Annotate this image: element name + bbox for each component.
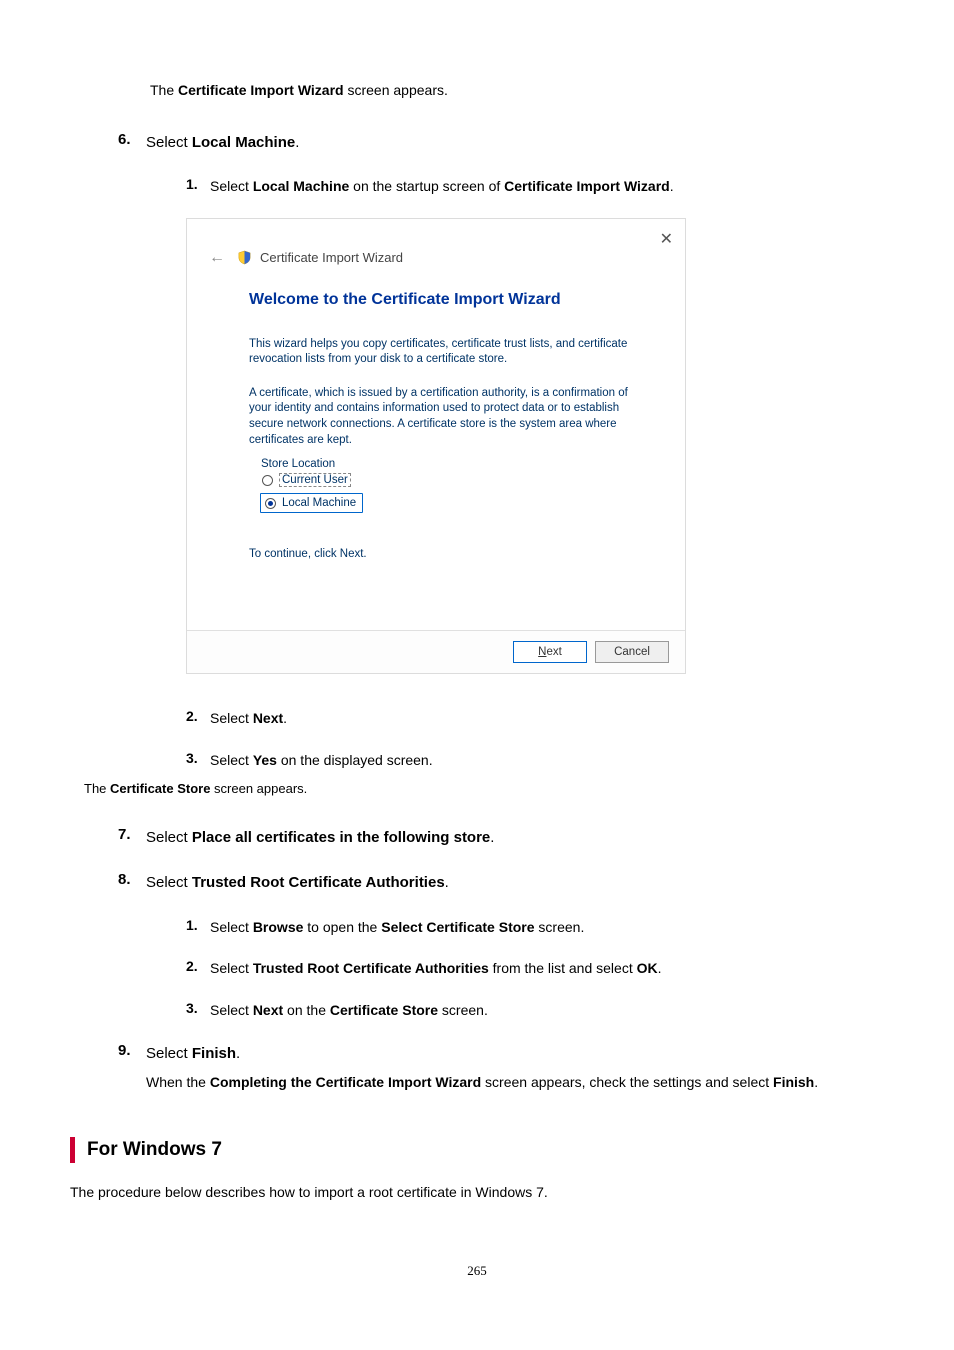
step6-prefix: Select: [146, 134, 192, 151]
wizard-dialog: ✕ ← Certificate Import Wizard Welcome to…: [186, 218, 686, 674]
radio-local-machine-label: Local Machine: [282, 497, 356, 509]
step7-num: 7.: [118, 826, 146, 849]
closing-paragraph: The procedure below describes how to imp…: [70, 1181, 884, 1203]
step6-num: 6.: [118, 131, 146, 154]
step6-1-num: 1.: [186, 176, 210, 198]
intro-prefix: The: [150, 82, 178, 98]
shield-icon: [237, 250, 252, 265]
wizard-para1: This wizard helps you copy certificates,…: [249, 337, 635, 368]
step6-2-num: 2.: [186, 708, 210, 730]
page-number: 265: [60, 1263, 894, 1279]
cancel-button[interactable]: Cancel: [595, 641, 669, 663]
wizard-title: Welcome to the Certificate Import Wizard: [249, 291, 635, 309]
radio-local-machine[interactable]: [265, 498, 276, 509]
section-for-windows-7: For Windows 7: [70, 1137, 894, 1163]
radio-current-user[interactable]: [262, 475, 273, 486]
next-button[interactable]: Next: [513, 641, 587, 663]
section-title: For Windows 7: [87, 1139, 222, 1161]
radio-current-user-label: Current User: [279, 473, 351, 487]
intro-note: The Certificate Import Wizard screen app…: [150, 80, 894, 101]
step6-3-num: 3.: [186, 750, 210, 772]
step9-num: 9.: [118, 1042, 146, 1065]
step6-suffix: .: [295, 134, 299, 151]
wizard-para2: A certificate, which is issued by a cert…: [249, 386, 635, 448]
step8-num: 8.: [118, 871, 146, 894]
intro-bold: Certificate Import Wizard: [178, 82, 344, 98]
intro-suffix: screen appears.: [344, 82, 448, 98]
close-icon[interactable]: ✕: [660, 229, 673, 249]
step6-bold: Local Machine: [192, 134, 295, 151]
store-location-legend: Store Location: [258, 458, 338, 470]
wizard-header-title: Certificate Import Wizard: [260, 250, 403, 265]
wizard-continue: To continue, click Next.: [249, 548, 635, 560]
back-arrow-icon[interactable]: ←: [205, 249, 229, 267]
section-bar-icon: [70, 1137, 75, 1163]
store-location-group: Store Location Current User Local Machin…: [249, 466, 635, 530]
